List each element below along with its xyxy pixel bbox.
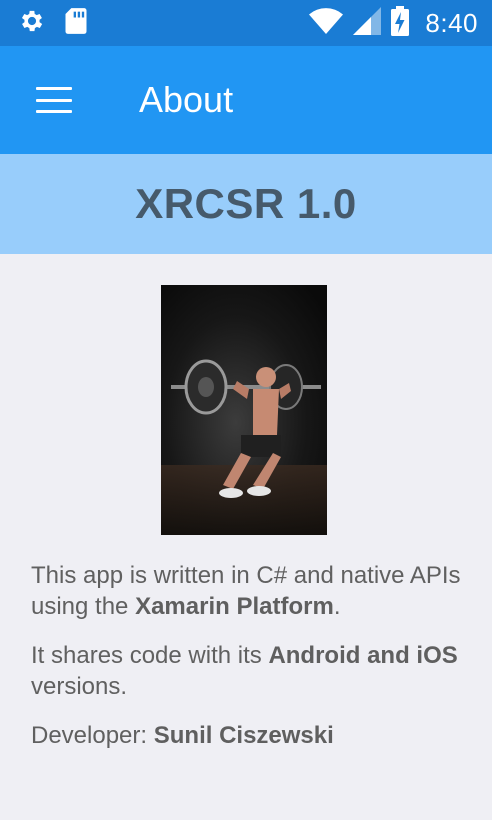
weightlifter-photo <box>161 285 327 535</box>
menu-line <box>36 110 72 113</box>
about-paragraph-versions: It shares code with its Android and iOS … <box>31 642 458 700</box>
status-time: 8:40 <box>425 7 478 38</box>
settings-icon <box>18 7 46 40</box>
hamburger-menu-icon[interactable] <box>36 87 72 113</box>
wifi-icon <box>309 7 344 39</box>
sd-card-icon <box>64 7 88 40</box>
platform-versions: Android and iOS <box>268 642 458 669</box>
status-left-icons <box>18 7 88 40</box>
about-content: This app is written in C# and native API… <box>31 560 461 769</box>
menu-line <box>36 87 72 90</box>
menu-line <box>36 98 72 102</box>
status-right-icons: 8:40 <box>309 5 478 41</box>
version-banner: XRCSR 1.0 <box>0 154 492 254</box>
developer-name: Sunil Ciszewski <box>153 722 334 749</box>
app-version-title: XRCSR 1.0 <box>135 180 357 227</box>
platform-name: Xamarin Platform <box>135 593 334 620</box>
battery-charging-icon <box>391 5 410 41</box>
signal-icon <box>353 6 382 40</box>
about-paragraph-platform: This app is written in C# and native API… <box>31 562 461 620</box>
status-bar: 8:40 <box>0 0 492 46</box>
about-paragraph-developer: Developer: Sunil Ciszewski <box>31 722 334 749</box>
app-bar: About <box>0 46 492 154</box>
page-title: About <box>139 79 234 120</box>
